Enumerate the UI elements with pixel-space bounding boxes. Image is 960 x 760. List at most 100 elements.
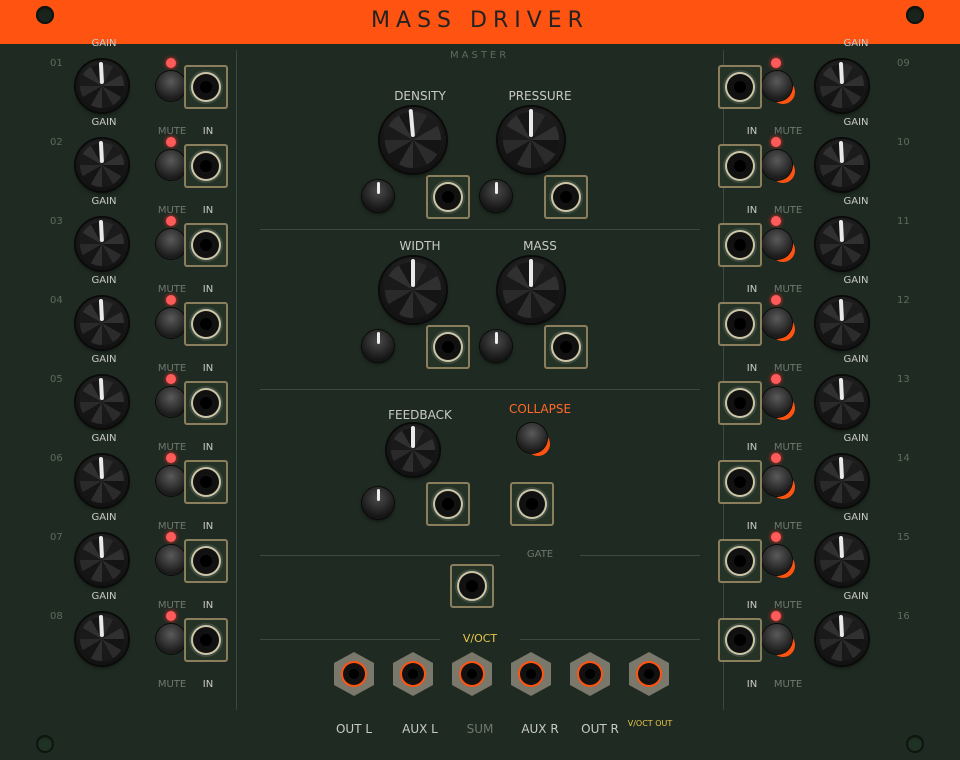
mute-button[interactable] [156, 229, 186, 259]
gain-knob[interactable] [816, 60, 868, 112]
input-jack[interactable] [184, 618, 228, 662]
collapse-trigger-jack[interactable] [510, 482, 554, 526]
gain-knob[interactable] [76, 455, 128, 507]
mute-label: MUTE [773, 521, 803, 532]
module-title: MASS DRIVER [371, 8, 589, 33]
mute-button[interactable] [762, 308, 792, 338]
divider [236, 50, 237, 710]
gain-knob[interactable] [76, 534, 128, 586]
mute-label: MUTE [773, 442, 803, 453]
gain-knob[interactable] [76, 297, 128, 349]
mute-button[interactable] [156, 308, 186, 338]
gain-knob[interactable] [76, 218, 128, 270]
density-cv-jack[interactable] [426, 175, 470, 219]
input-jack[interactable] [718, 144, 762, 188]
input-jack[interactable] [184, 223, 228, 267]
mute-button[interactable] [762, 545, 792, 575]
mute-button[interactable] [156, 545, 186, 575]
input-jack[interactable] [718, 539, 762, 583]
mute-button[interactable] [762, 150, 792, 180]
feedback-cv-jack[interactable] [426, 482, 470, 526]
width-knob[interactable] [380, 257, 446, 323]
mute-button[interactable] [156, 387, 186, 417]
input-jack[interactable] [184, 65, 228, 109]
density-label: DENSITY [394, 89, 446, 103]
input-jack[interactable] [184, 539, 228, 583]
aux-r-jack[interactable] [511, 652, 551, 696]
input-jack[interactable] [718, 460, 762, 504]
gain-knob[interactable] [76, 613, 128, 665]
channel-number: 13 [897, 374, 910, 385]
channel-number: 05 [50, 374, 63, 385]
pressure-label: PRESSURE [508, 89, 572, 103]
mass-cv-jack[interactable] [544, 325, 588, 369]
gate-input-jack[interactable] [450, 564, 494, 608]
channel-number: 12 [897, 295, 910, 306]
input-jack[interactable] [718, 381, 762, 425]
mute-label: MUTE [773, 600, 803, 611]
mute-label: MUTE [157, 600, 187, 611]
mute-label: MUTE [773, 679, 803, 690]
gain-knob[interactable] [816, 455, 868, 507]
mute-button[interactable] [762, 71, 792, 101]
gain-knob[interactable] [816, 139, 868, 191]
input-jack[interactable] [718, 223, 762, 267]
gain-knob[interactable] [816, 218, 868, 270]
voct-out-jack[interactable] [629, 652, 669, 696]
input-jack[interactable] [184, 381, 228, 425]
gain-knob[interactable] [76, 376, 128, 428]
mute-led [166, 137, 176, 147]
mute-button[interactable] [762, 387, 792, 417]
mute-button[interactable] [156, 150, 186, 180]
aux-l-jack[interactable] [393, 652, 433, 696]
feedback-knob[interactable] [387, 424, 439, 476]
divider [260, 229, 700, 230]
in-label: IN [746, 521, 758, 532]
gain-knob[interactable] [816, 534, 868, 586]
screw-icon [36, 735, 54, 753]
pressure-knob[interactable] [498, 107, 564, 173]
mute-button[interactable] [156, 466, 186, 496]
width-cv-jack[interactable] [426, 325, 470, 369]
mute-led [166, 611, 176, 621]
gain-knob[interactable] [816, 376, 868, 428]
input-jack[interactable] [184, 302, 228, 346]
sum-jack[interactable] [452, 652, 492, 696]
gain-knob[interactable] [76, 60, 128, 112]
mass-cv-attenuator-knob[interactable] [480, 330, 512, 362]
density-cv-attenuator-knob[interactable] [362, 180, 394, 212]
gain-label: GAIN [91, 117, 117, 128]
out-r-jack[interactable] [570, 652, 610, 696]
pressure-cv-jack[interactable] [544, 175, 588, 219]
in-label: IN [202, 442, 214, 453]
input-jack[interactable] [718, 618, 762, 662]
gain-label: GAIN [91, 275, 117, 286]
mute-button[interactable] [156, 624, 186, 654]
channel-number: 16 [897, 611, 910, 622]
input-jack[interactable] [184, 144, 228, 188]
out-l-label: OUT L [335, 722, 373, 736]
mute-label: MUTE [157, 363, 187, 374]
mute-button[interactable] [762, 624, 792, 654]
pressure-cv-attenuator-knob[interactable] [480, 180, 512, 212]
mute-button[interactable] [156, 71, 186, 101]
collapse-button[interactable] [517, 423, 547, 453]
channel-number: 15 [897, 532, 910, 543]
master-section-label: MASTER [450, 50, 510, 61]
mute-button[interactable] [762, 466, 792, 496]
mute-button[interactable] [762, 229, 792, 259]
density-knob[interactable] [380, 107, 446, 173]
mass-knob[interactable] [498, 257, 564, 323]
mute-led [166, 374, 176, 384]
width-cv-attenuator-knob[interactable] [362, 330, 394, 362]
in-label: IN [202, 679, 214, 690]
gain-knob[interactable] [816, 613, 868, 665]
gain-knob[interactable] [76, 139, 128, 191]
mute-led [166, 295, 176, 305]
input-jack[interactable] [184, 460, 228, 504]
out-l-jack[interactable] [334, 652, 374, 696]
input-jack[interactable] [718, 65, 762, 109]
input-jack[interactable] [718, 302, 762, 346]
feedback-cv-attenuator-knob[interactable] [362, 487, 394, 519]
gain-knob[interactable] [816, 297, 868, 349]
